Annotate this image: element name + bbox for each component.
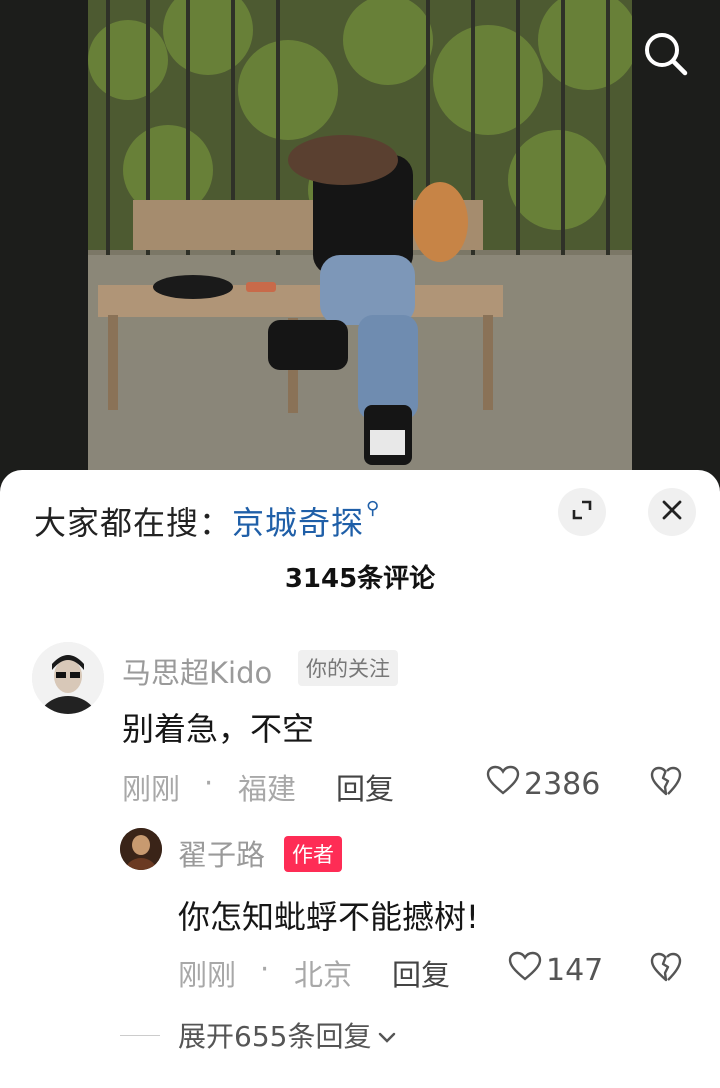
small-search-icon: ⚲ <box>366 498 381 519</box>
search-button[interactable] <box>642 30 690 78</box>
like-button[interactable]: 2386 <box>486 765 600 803</box>
reply-button[interactable]: 回复 <box>336 766 394 808</box>
hot-search-keyword[interactable]: 京城奇探 <box>232 504 364 542</box>
video-background <box>0 0 720 490</box>
reply-text: 你怎知蚍蜉不能撼树! <box>178 898 479 936</box>
divider-line <box>120 1034 160 1036</box>
separator-dot: · <box>204 766 214 800</box>
avatar[interactable] <box>32 642 104 714</box>
author-badge: 作者 <box>284 836 342 872</box>
comments-count-title: 3145条评论 <box>284 564 436 594</box>
expand-sheet-button[interactable] <box>558 488 606 536</box>
separator-dot: · <box>260 952 270 986</box>
reply-location: 北京 <box>294 958 353 992</box>
close-button[interactable] <box>648 488 696 536</box>
reply-author[interactable]: 翟子路 <box>178 832 265 874</box>
expand-icon <box>570 498 594 526</box>
comment-location: 福建 <box>238 772 297 806</box>
reply-button[interactable]: 回复 <box>392 952 450 994</box>
chevron-down-icon <box>377 1019 397 1052</box>
hot-search-bar[interactable]: 大家都在搜：京城奇探 ⚲ <box>34 498 380 544</box>
expand-replies-label: 展开655条回复 <box>178 1020 372 1053</box>
comment-text: 别着急，不空 <box>122 710 315 748</box>
close-icon <box>661 499 683 525</box>
following-badge: 你的关注 <box>298 650 398 686</box>
broken-heart-icon <box>650 952 682 986</box>
like-count: 2386 <box>524 766 601 802</box>
video-frame[interactable] <box>88 0 632 470</box>
comments-sheet: 大家都在搜：京城奇探 ⚲ 3145条评论 马思超Kido 你的关注 别着急，不空… <box>0 470 720 1088</box>
dislike-button[interactable] <box>650 952 682 986</box>
like-count: 147 <box>546 952 604 988</box>
search-icon <box>642 33 690 82</box>
avatar[interactable] <box>120 828 162 870</box>
comment-author[interactable]: 马思超Kido <box>122 650 272 692</box>
like-button[interactable]: 147 <box>508 951 603 989</box>
broken-heart-icon <box>650 766 682 800</box>
comment-time: 刚刚 <box>122 772 181 806</box>
heart-icon <box>486 765 520 803</box>
dislike-button[interactable] <box>650 766 682 800</box>
hot-search-prefix: 大家都在搜： <box>34 504 233 542</box>
expand-replies-button[interactable]: 展开655条回复 <box>120 1015 397 1055</box>
heart-icon <box>508 951 542 989</box>
reply-time: 刚刚 <box>178 958 237 992</box>
